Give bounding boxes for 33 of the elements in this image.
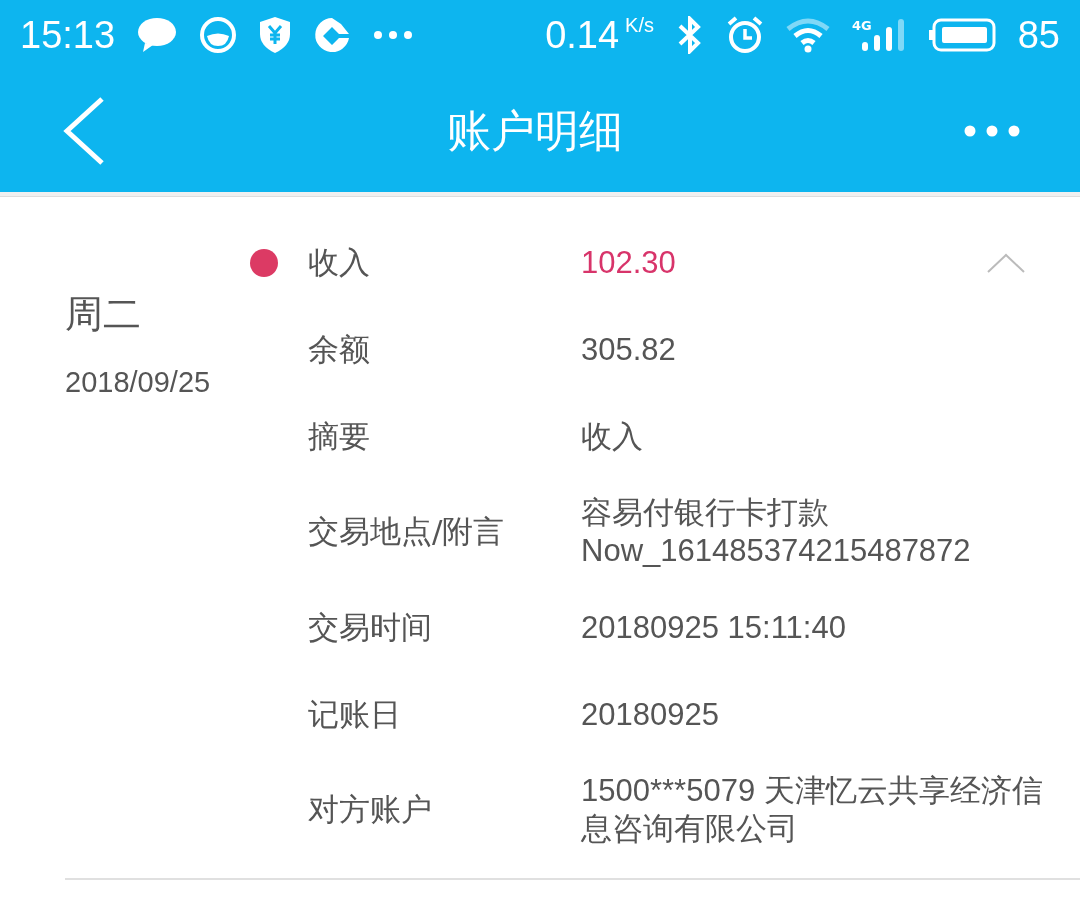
field-value: 305.82 <box>581 330 677 369</box>
network-type: 4G <box>852 18 872 33</box>
field-value: 容易付银行卡打款 Now_161485374215487872 <box>581 494 972 570</box>
page-title: 账户明细 <box>447 103 623 158</box>
network-speed: 0.14 <box>545 13 620 57</box>
shield-yen-icon <box>259 16 292 54</box>
circle-wave-icon <box>199 16 238 54</box>
chat-bubble-icon <box>137 17 178 53</box>
battery-level: 85 <box>1017 13 1060 57</box>
field-value: 1500***5079 天津忆云共享经济信息咨询有限公司 <box>581 772 1044 848</box>
more-dots-icon <box>373 30 414 40</box>
field-label: 交易地点/附言 <box>308 512 506 551</box>
field-label: 记账日 <box>308 694 402 734</box>
weekday: 周二 <box>65 291 142 338</box>
field-label: 交易时间 <box>308 607 433 647</box>
field-label: 收入 <box>308 242 371 282</box>
wifi-icon <box>786 17 830 53</box>
field-label: 摘要 <box>308 416 371 456</box>
bank-logo-icon <box>313 16 352 54</box>
field-value: 20180925 15:11:40 <box>581 608 847 647</box>
speed-unit: K/s <box>625 13 654 37</box>
field-label: 对方账户 <box>308 790 433 829</box>
field-value: 20180925 <box>581 695 720 734</box>
field-value: 收入 <box>581 417 644 456</box>
field-value: 102.30 <box>581 243 677 282</box>
more-dots-icon[interactable] <box>964 125 1020 137</box>
field-label: 余额 <box>308 329 371 369</box>
chevron-up-icon[interactable] <box>987 252 1025 273</box>
status-time: 15:13 <box>20 13 116 57</box>
status-dot <box>250 248 278 277</box>
transaction-date: 2018/09/25 <box>65 366 212 399</box>
battery-icon <box>927 18 996 52</box>
alarm-clock-icon <box>726 16 764 54</box>
